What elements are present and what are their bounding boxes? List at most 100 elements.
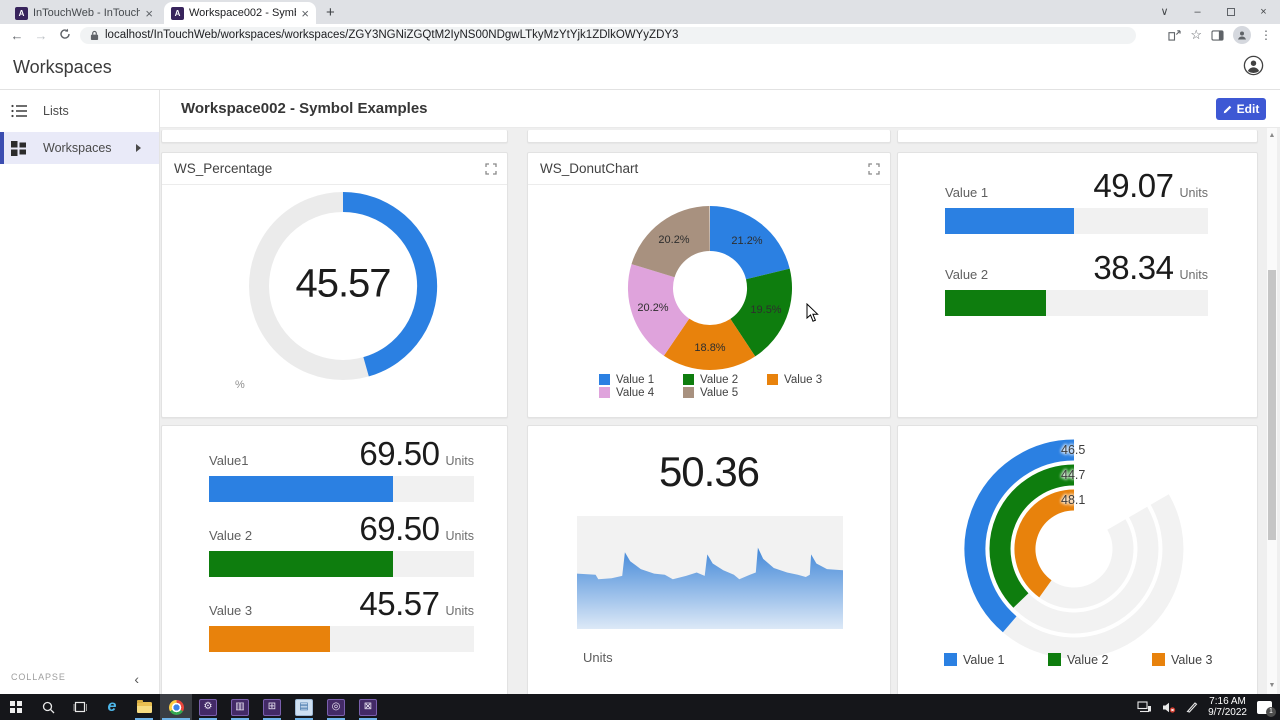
bar-gauge-row: Value169.50Units [209,435,474,502]
browser-profile-avatar[interactable] [1233,26,1251,44]
scrollbar-thumb[interactable] [1268,270,1276,540]
browser-tab-2[interactable]: A Workspace002 - Symbol Examples × [164,2,316,24]
start-button[interactable] [0,694,32,720]
legend-label: Value 2 [1067,653,1108,667]
address-bar[interactable]: localhost/InTouchWeb/workspaces/workspac… [80,27,1136,44]
taskbar-app-aveva-operations-control[interactable]: ▥ [224,694,256,720]
notification-center-icon[interactable]: 1 [1257,701,1272,714]
tab-close-icon[interactable]: × [145,7,153,20]
forward-icon[interactable]: → [32,29,50,42]
new-tab-button[interactable]: + [326,5,335,20]
legend-label: Value 5 [700,387,738,399]
window-minimize-button[interactable]: – [1181,0,1214,24]
taskbar-app-aveva-notes[interactable]: ▤ [288,694,320,720]
donut-slice-label: 18.8% [694,342,725,354]
bar-fill [945,208,1074,234]
aveva-network-icon: ⊞ [263,699,281,716]
volume-muted-icon[interactable] [1162,702,1176,713]
notification-badge: 1 [1266,707,1276,717]
legend-item: Value 3 [767,373,851,386]
radial-gauge-value: 44.7 [1061,468,1085,482]
card-partial [161,130,508,143]
widget-donut-card: WS_DonutChart 21.2%19.5%18.8%20.2%20.2% … [527,152,891,418]
collapse-label[interactable]: COLLAPSE [11,672,66,682]
taskbar-time: 7:16 AM [1208,696,1247,707]
legend-label: Value 1 [616,374,654,386]
task-view-button[interactable] [64,694,96,720]
legend-swatch [683,387,694,398]
edit-button[interactable]: Edit [1216,98,1266,120]
widget-title: WS_DonutChart [540,161,868,176]
tab-close-icon[interactable]: × [301,7,309,20]
internet-explorer-button[interactable]: e [96,694,128,720]
taskbar-app-aveva-insight[interactable]: ◎ [320,694,352,720]
legend-item: Value 1 [599,373,683,386]
widget-bars-bottom-card: Value169.50UnitsValue 269.50UnitsValue 3… [161,425,508,694]
legend-label: Value 3 [784,374,822,386]
bar-label: Value 3 [209,603,252,618]
legend-swatch [599,374,610,385]
taskbar-app-aveva-network[interactable]: ⊞ [256,694,288,720]
chrome-button[interactable] [160,694,192,720]
widget-trend-card: 50.36 Units [527,425,891,694]
window-close-button[interactable]: × [1247,0,1280,24]
window-restore-button[interactable] [1214,0,1247,24]
bar-fill [945,290,1046,316]
file-explorer-button[interactable] [128,694,160,720]
legend-label: Value 2 [700,374,738,386]
bar-gauge-row: Value 345.57Units [209,585,474,652]
donut-chart: 21.2%19.5%18.8%20.2%20.2% Value 1Value 2… [528,185,890,417]
share-icon[interactable] [1168,29,1181,41]
fullscreen-icon[interactable] [485,163,497,175]
side-panel-icon[interactable] [1211,30,1224,41]
bookmark-star-icon[interactable]: ☆ [1190,27,1202,43]
bar-value: 69.50 [359,435,439,472]
aveva-system-platform-icon: ⚙ [199,699,217,716]
intouch-favicon-icon: A [171,7,184,20]
trend-value: 50.36 [528,448,890,496]
kebab-menu-icon[interactable]: ⋮ [1260,28,1272,42]
scrollbar-down-icon[interactable]: ▼ [1267,680,1277,692]
scrollbar-up-icon[interactable]: ▲ [1267,130,1277,142]
intouch-favicon-icon: A [15,7,28,20]
sidebar-item-workspaces[interactable]: Workspaces [0,132,159,164]
vertical-scrollbar[interactable]: ▲ ▼ [1267,128,1277,694]
network-icon[interactable] [1137,701,1152,713]
donut-slice-label: 20.2% [637,302,668,314]
taskbar-search-button[interactable] [32,694,64,720]
taskbar-app-aveva-system-platform[interactable]: ⚙ [192,694,224,720]
bar-track [945,208,1208,234]
url-text: localhost/InTouchWeb/workspaces/workspac… [105,29,678,41]
window-menu-chevron-icon[interactable]: ∨ [1148,0,1181,24]
browser-tab-1[interactable]: A InTouchWeb - InTouch Introduction × [8,2,160,24]
lock-icon [90,30,99,41]
bar-label: Value1 [209,453,249,468]
bar-gauge-row: Value 269.50Units [209,510,474,577]
bar-unit: Units [1180,268,1208,282]
bar-fill [209,551,393,577]
reload-icon[interactable] [56,28,74,42]
taskbar-app-aveva-close-app[interactable]: ⊠ [352,694,384,720]
donut-slice-label: 19.5% [750,304,781,316]
legend-item: Value 5 [683,386,767,399]
collapse-chevron-icon[interactable]: ‹ [134,671,139,687]
pen-icon[interactable] [1186,701,1198,713]
aveva-insight-icon: ◎ [327,699,345,716]
bar-track [209,626,474,652]
widget-title: WS_Percentage [174,161,485,176]
widget-bars-top-card: Value 149.07UnitsValue 238.34Units [897,152,1258,418]
trend-unit: Units [583,650,613,665]
sidebar-item-lists[interactable]: Lists [0,95,159,127]
card-partial [527,130,891,143]
legend-item: Value 2 [1048,652,1152,667]
back-icon[interactable]: ← [8,29,26,42]
sidebar-item-label: Workspaces [43,141,112,155]
page-title: Workspace002 - Symbol Examples [181,100,428,117]
fullscreen-icon[interactable] [868,163,880,175]
taskbar-clock[interactable]: 7:16 AM 9/7/2022 [1208,696,1247,718]
bar-gauge-row: Value 238.34Units [945,249,1208,316]
account-icon[interactable] [1243,55,1264,81]
taskbar-date: 9/7/2022 [1208,707,1247,718]
bar-label: Value 1 [945,185,988,200]
bar-track [945,290,1208,316]
